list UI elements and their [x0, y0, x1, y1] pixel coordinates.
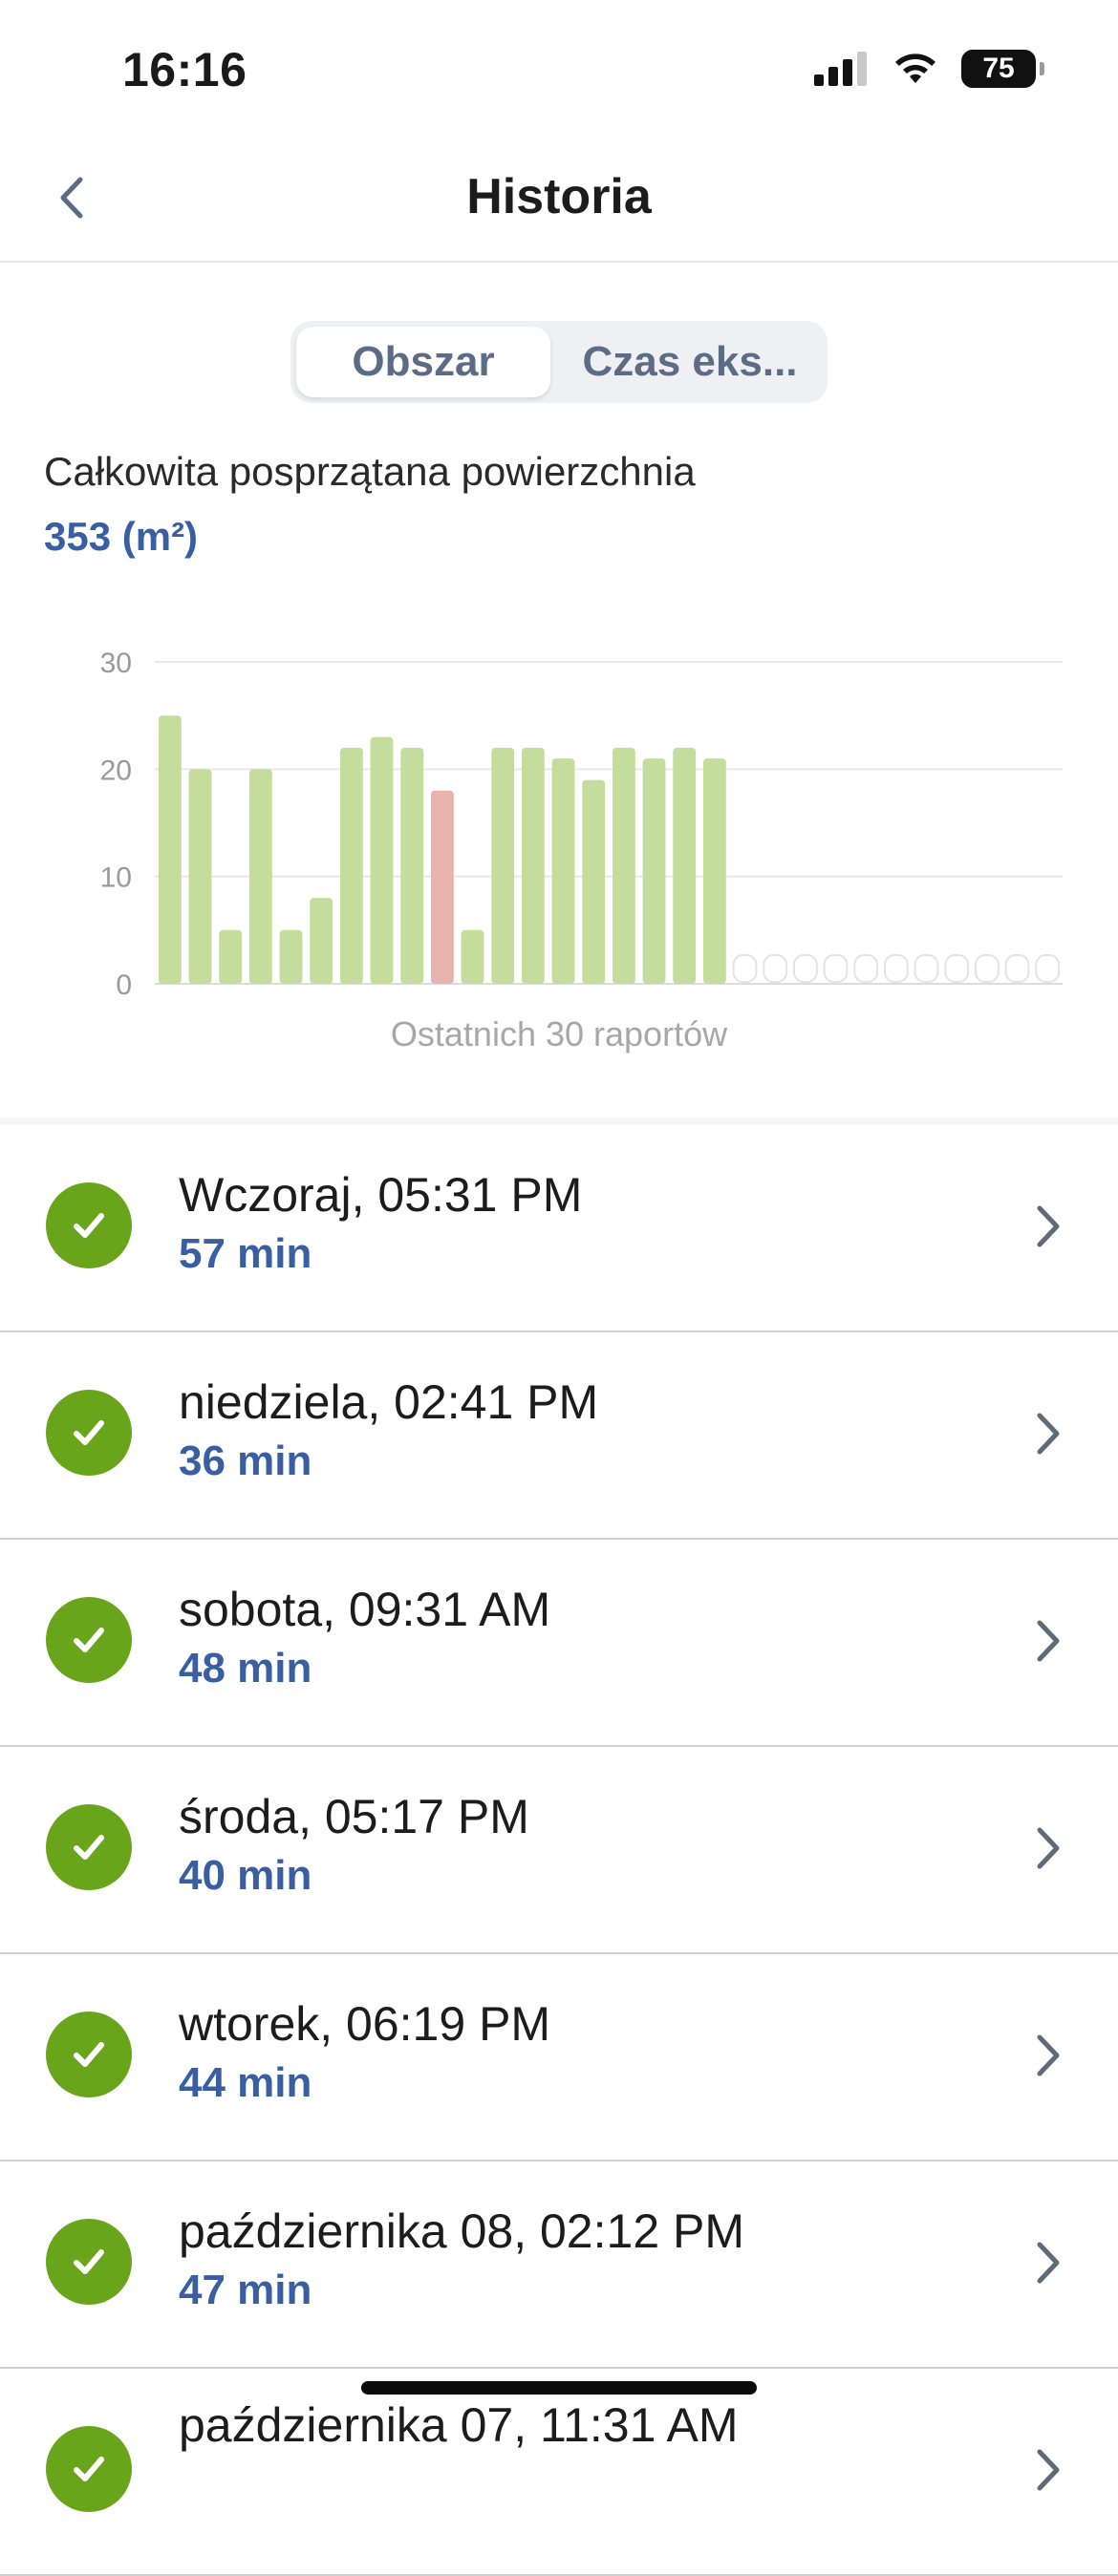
- chart-bar[interactable]: [703, 758, 726, 984]
- report-row[interactable]: środa, 05:17 PM 40 min: [0, 1747, 1118, 1954]
- report-title: sobota, 09:31 AM: [179, 1583, 551, 1636]
- check-icon: [46, 2012, 132, 2097]
- report-row[interactable]: października 07, 11:31 AM: [0, 2369, 1118, 2576]
- status-icons: 75: [814, 50, 1044, 88]
- chart-bar[interactable]: [431, 790, 454, 984]
- chevron-right-icon: [1024, 1403, 1072, 1464]
- report-row[interactable]: sobota, 09:31 AM 48 min: [0, 1540, 1118, 1747]
- report-duration: 40 min: [179, 1852, 312, 1899]
- home-indicator: [361, 2381, 757, 2395]
- chart-bar[interactable]: [400, 747, 424, 984]
- check-icon: [46, 1597, 132, 1683]
- page-title: Historia: [466, 169, 652, 224]
- chart-empty-slot: [793, 954, 818, 983]
- section-divider: [0, 1118, 1118, 1125]
- tab-area[interactable]: Obszar: [296, 327, 550, 397]
- report-title: środa, 05:17 PM: [179, 1790, 529, 1843]
- report-title: Wczoraj, 05:31 PM: [179, 1168, 583, 1222]
- summary-label: Całkowita posprzątana powierzchnia: [44, 449, 696, 494]
- chart-empty-slot: [944, 954, 970, 983]
- check-icon: [46, 1804, 132, 1890]
- chart-bar[interactable]: [551, 758, 575, 984]
- chevron-right-icon: [1024, 1196, 1072, 1257]
- report-row[interactable]: Wczoraj, 05:31 PM 57 min: [0, 1125, 1118, 1332]
- summary-value: 353 (m²): [44, 514, 199, 559]
- chart-empty-slot: [853, 954, 879, 983]
- chart-empty-slot: [732, 954, 758, 983]
- battery-level: 75: [982, 53, 1015, 84]
- segmented-control: Obszar Czas eks...: [290, 321, 828, 403]
- report-duration: 47 min: [179, 2267, 312, 2313]
- check-icon: [46, 2426, 132, 2512]
- chart-bar[interactable]: [340, 747, 363, 984]
- chevron-right-icon: [1024, 2439, 1072, 2501]
- status-time: 16:16: [122, 43, 247, 96]
- chart-bar[interactable]: [279, 929, 303, 984]
- chart-bar[interactable]: [461, 929, 484, 984]
- nav-bar: Historia: [0, 143, 1118, 263]
- chart-bar[interactable]: [522, 747, 545, 984]
- tab-operation-time[interactable]: Czas eks...: [556, 327, 824, 397]
- report-row[interactable]: października 08, 02:12 PM 47 min: [0, 2161, 1118, 2369]
- check-icon: [46, 1390, 132, 1476]
- y-tick-label: 20: [100, 755, 132, 786]
- chevron-right-icon: [1024, 2232, 1072, 2293]
- chart-bar[interactable]: [370, 736, 394, 984]
- chart-empty-slot: [1035, 954, 1061, 983]
- chevron-right-icon: [1024, 1818, 1072, 1879]
- chart-empty-slot: [763, 954, 788, 983]
- chart-empty-slot: [823, 954, 849, 983]
- check-icon: [46, 2219, 132, 2305]
- check-icon: [46, 1182, 132, 1268]
- report-title: wtorek, 06:19 PM: [179, 1997, 551, 2051]
- y-tick-label: 30: [100, 648, 132, 679]
- chart-bar[interactable]: [613, 747, 635, 984]
- report-duration: 44 min: [179, 2059, 312, 2106]
- chart-bar[interactable]: [491, 747, 515, 984]
- chart-bar[interactable]: [159, 715, 182, 984]
- report-title: października 08, 02:12 PM: [179, 2204, 745, 2258]
- chart-bar[interactable]: [582, 779, 606, 984]
- report-list: Wczoraj, 05:31 PM 57 min niedziela, 02:4…: [0, 1125, 1118, 2576]
- battery-icon: 75: [961, 50, 1044, 88]
- chart-empty-slot: [1004, 954, 1030, 983]
- report-title: niedziela, 02:41 PM: [179, 1375, 599, 1429]
- report-row[interactable]: wtorek, 06:19 PM 44 min: [0, 1954, 1118, 2161]
- report-title: października 07, 11:31 AM: [179, 2398, 739, 2452]
- chart-bar[interactable]: [249, 769, 272, 984]
- report-duration: 48 min: [179, 1645, 312, 1692]
- chart-bar[interactable]: [219, 929, 243, 984]
- chart-empty-slot: [975, 954, 1000, 983]
- chart-bar[interactable]: [642, 758, 666, 984]
- report-duration: 36 min: [179, 1437, 312, 1484]
- area-bar-chart: 0 10 20 30: [100, 648, 1063, 1001]
- chart-bar[interactable]: [673, 747, 697, 984]
- chevron-right-icon: [1024, 2025, 1072, 2086]
- chart-x-label: Ostatnich 30 raportów: [390, 1014, 728, 1054]
- y-tick-label: 10: [100, 862, 132, 894]
- wifi-icon: [895, 53, 935, 83]
- chart-empty-slot: [914, 954, 939, 983]
- chart-empty-slot: [884, 954, 909, 983]
- chevron-right-icon: [1024, 1610, 1072, 1671]
- chart-bar[interactable]: [310, 898, 333, 984]
- chart-bar[interactable]: [188, 769, 212, 984]
- status-bar: 16:16 75: [0, 0, 1118, 143]
- signal-icon: [814, 52, 867, 86]
- report-duration: 57 min: [179, 1230, 312, 1277]
- report-row[interactable]: niedziela, 02:41 PM 36 min: [0, 1332, 1118, 1540]
- y-tick-label: 0: [116, 969, 132, 1001]
